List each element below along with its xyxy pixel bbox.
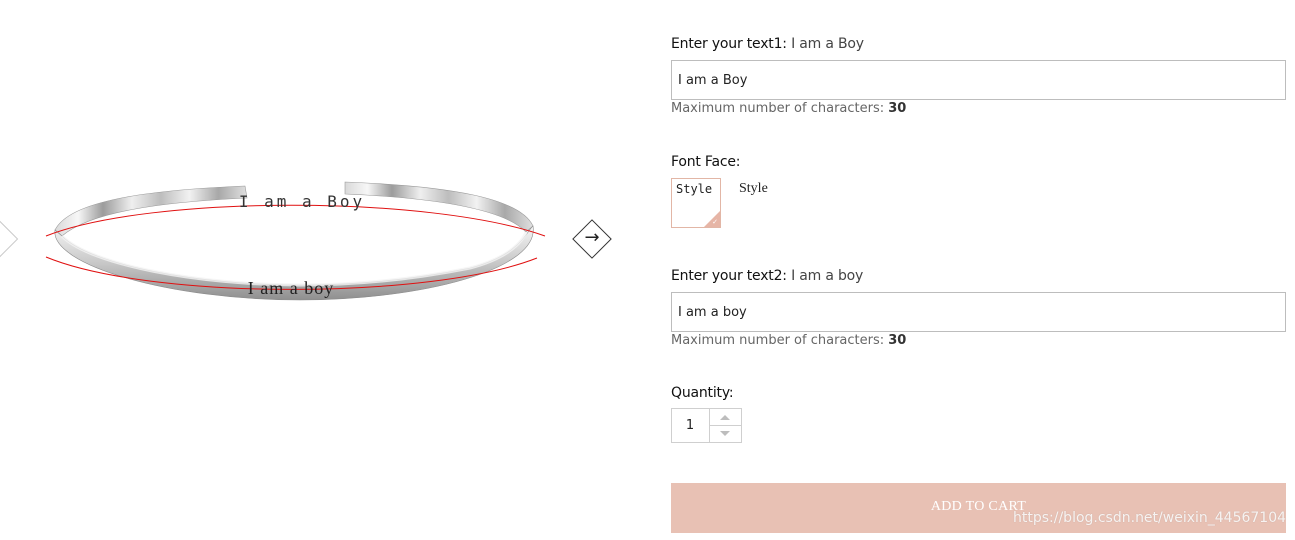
engraving-top-text: I am a Boy (239, 192, 365, 211)
caret-down-icon[interactable] (720, 431, 730, 436)
engraving-bottom-text: I am a boy (248, 278, 334, 298)
text2-label: Enter your text2: I am a boy (671, 268, 864, 284)
product-gallery: I am a Boy I am a boy → (0, 0, 640, 540)
text2-max-chars: 30 (888, 333, 907, 348)
bracelet-image: I am a Boy I am a boy (45, 181, 546, 301)
text1-label: Enter your text1: I am a Boy (671, 36, 864, 52)
caret-up-icon[interactable] (720, 415, 730, 420)
text1-input[interactable] (671, 60, 1286, 100)
font-face-label: Font Face: (671, 154, 741, 170)
quantity-label: Quantity: (671, 385, 734, 401)
watermark-text: https://blog.csdn.net/weixin_44567104 (1013, 510, 1287, 526)
font-swatch-text: Style (676, 182, 713, 196)
text1-value-display: I am a Boy (791, 36, 864, 52)
selected-font-name: Style (739, 181, 768, 196)
text2-input[interactable] (671, 292, 1286, 332)
text1-max-chars-hint: Maximum number of characters: 30 (671, 101, 907, 116)
text2-max-chars-hint: Maximum number of characters: 30 (671, 333, 907, 348)
font-swatch-style[interactable]: Style ✓ (671, 178, 721, 228)
text1-max-chars: 30 (888, 101, 907, 116)
bracelet-back-band (54, 185, 248, 237)
quantity-stepper: 1 (671, 408, 742, 443)
text2-value-display: I am a boy (791, 268, 864, 284)
quantity-input[interactable]: 1 (672, 409, 708, 442)
